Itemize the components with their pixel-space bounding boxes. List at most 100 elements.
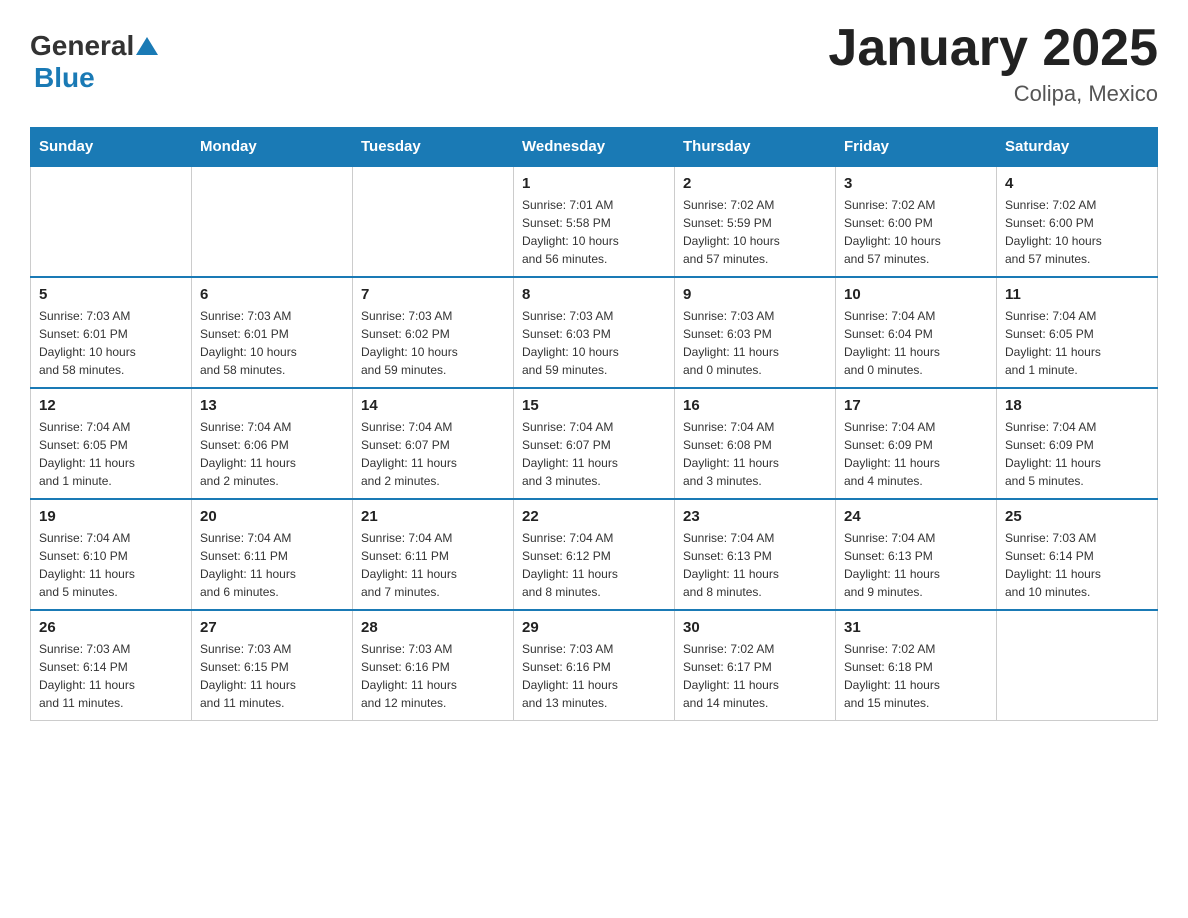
calendar-header-row: SundayMondayTuesdayWednesdayThursdayFrid… bbox=[31, 128, 1158, 167]
day-info: Sunrise: 7:02 AM Sunset: 6:17 PM Dayligh… bbox=[683, 640, 827, 712]
day-info: Sunrise: 7:04 AM Sunset: 6:06 PM Dayligh… bbox=[200, 418, 344, 490]
day-number: 26 bbox=[39, 619, 183, 636]
day-number: 20 bbox=[200, 508, 344, 525]
day-number: 24 bbox=[844, 508, 988, 525]
day-info: Sunrise: 7:04 AM Sunset: 6:07 PM Dayligh… bbox=[361, 418, 505, 490]
calendar-cell: 15 Sunrise: 7:04 AM Sunset: 6:07 PM Dayli… bbox=[514, 388, 675, 499]
day-number: 12 bbox=[39, 397, 183, 414]
day-info: Sunrise: 7:03 AM Sunset: 6:03 PM Dayligh… bbox=[683, 307, 827, 379]
day-number: 15 bbox=[522, 397, 666, 414]
day-number: 28 bbox=[361, 619, 505, 636]
day-info: Sunrise: 7:02 AM Sunset: 6:00 PM Dayligh… bbox=[1005, 196, 1149, 268]
week-row-4: 19 Sunrise: 7:04 AM Sunset: 6:10 PM Dayli… bbox=[31, 499, 1158, 610]
weekday-header-saturday: Saturday bbox=[997, 128, 1158, 167]
calendar-cell: 10 Sunrise: 7:04 AM Sunset: 6:04 PM Dayli… bbox=[836, 277, 997, 388]
day-number: 14 bbox=[361, 397, 505, 414]
calendar-cell: 4 Sunrise: 7:02 AM Sunset: 6:00 PM Daylig… bbox=[997, 166, 1158, 277]
day-info: Sunrise: 7:04 AM Sunset: 6:12 PM Dayligh… bbox=[522, 529, 666, 601]
calendar-cell: 28 Sunrise: 7:03 AM Sunset: 6:16 PM Dayli… bbox=[353, 610, 514, 721]
calendar-cell: 13 Sunrise: 7:04 AM Sunset: 6:06 PM Dayli… bbox=[192, 388, 353, 499]
day-info: Sunrise: 7:03 AM Sunset: 6:02 PM Dayligh… bbox=[361, 307, 505, 379]
calendar-cell: 18 Sunrise: 7:04 AM Sunset: 6:09 PM Dayli… bbox=[997, 388, 1158, 499]
calendar-cell: 17 Sunrise: 7:04 AM Sunset: 6:09 PM Dayli… bbox=[836, 388, 997, 499]
day-info: Sunrise: 7:04 AM Sunset: 6:09 PM Dayligh… bbox=[844, 418, 988, 490]
day-number: 5 bbox=[39, 286, 183, 303]
day-info: Sunrise: 7:04 AM Sunset: 6:04 PM Dayligh… bbox=[844, 307, 988, 379]
subtitle: Colipa, Mexico bbox=[828, 81, 1158, 107]
day-number: 17 bbox=[844, 397, 988, 414]
calendar-cell: 9Sunrise: 7:03 AM Sunset: 6:03 PM Daylig… bbox=[675, 277, 836, 388]
day-info: Sunrise: 7:02 AM Sunset: 5:59 PM Dayligh… bbox=[683, 196, 827, 268]
logo-triangle-icon bbox=[136, 35, 158, 55]
calendar-cell: 5Sunrise: 7:03 AM Sunset: 6:01 PM Daylig… bbox=[31, 277, 192, 388]
calendar-cell: 11 Sunrise: 7:04 AM Sunset: 6:05 PM Dayli… bbox=[997, 277, 1158, 388]
day-info: Sunrise: 7:03 AM Sunset: 6:14 PM Dayligh… bbox=[1005, 529, 1149, 601]
calendar-cell: 12 Sunrise: 7:04 AM Sunset: 6:05 PM Dayli… bbox=[31, 388, 192, 499]
title-section: January 2025 Colipa, Mexico bbox=[828, 20, 1158, 107]
weekday-header-sunday: Sunday bbox=[31, 128, 192, 167]
day-number: 1 bbox=[522, 175, 666, 192]
calendar-table: SundayMondayTuesdayWednesdayThursdayFrid… bbox=[30, 127, 1158, 721]
day-info: Sunrise: 7:02 AM Sunset: 6:18 PM Dayligh… bbox=[844, 640, 988, 712]
calendar-cell: 24 Sunrise: 7:04 AM Sunset: 6:13 PM Dayli… bbox=[836, 499, 997, 610]
day-info: Sunrise: 7:03 AM Sunset: 6:15 PM Dayligh… bbox=[200, 640, 344, 712]
day-info: Sunrise: 7:04 AM Sunset: 6:09 PM Dayligh… bbox=[1005, 418, 1149, 490]
calendar-cell: 29 Sunrise: 7:03 AM Sunset: 6:16 PM Dayli… bbox=[514, 610, 675, 721]
calendar-cell: 7 Sunrise: 7:03 AM Sunset: 6:02 PM Daylig… bbox=[353, 277, 514, 388]
weekday-header-wednesday: Wednesday bbox=[514, 128, 675, 167]
day-info: Sunrise: 7:01 AM Sunset: 5:58 PM Dayligh… bbox=[522, 196, 666, 268]
logo: General Blue bbox=[30, 30, 158, 94]
day-info: Sunrise: 7:04 AM Sunset: 6:11 PM Dayligh… bbox=[361, 529, 505, 601]
calendar-cell: 14 Sunrise: 7:04 AM Sunset: 6:07 PM Dayli… bbox=[353, 388, 514, 499]
day-number: 31 bbox=[844, 619, 988, 636]
weekday-header-friday: Friday bbox=[836, 128, 997, 167]
calendar-cell: 25 Sunrise: 7:03 AM Sunset: 6:14 PM Dayli… bbox=[997, 499, 1158, 610]
calendar-cell: 16 Sunrise: 7:04 AM Sunset: 6:08 PM Dayli… bbox=[675, 388, 836, 499]
day-number: 7 bbox=[361, 286, 505, 303]
day-number: 6 bbox=[200, 286, 344, 303]
day-info: Sunrise: 7:03 AM Sunset: 6:16 PM Dayligh… bbox=[522, 640, 666, 712]
day-number: 27 bbox=[200, 619, 344, 636]
day-number: 11 bbox=[1005, 286, 1149, 303]
day-number: 25 bbox=[1005, 508, 1149, 525]
calendar-cell: 23 Sunrise: 7:04 AM Sunset: 6:13 PM Dayli… bbox=[675, 499, 836, 610]
calendar-cell: 8 Sunrise: 7:03 AM Sunset: 6:03 PM Daylig… bbox=[514, 277, 675, 388]
day-number: 23 bbox=[683, 508, 827, 525]
day-number: 2 bbox=[683, 175, 827, 192]
logo-blue-text: Blue bbox=[34, 62, 95, 94]
day-info: Sunrise: 7:04 AM Sunset: 6:05 PM Dayligh… bbox=[1005, 307, 1149, 379]
day-number: 16 bbox=[683, 397, 827, 414]
calendar-cell bbox=[997, 610, 1158, 721]
day-info: Sunrise: 7:04 AM Sunset: 6:07 PM Dayligh… bbox=[522, 418, 666, 490]
day-number: 3 bbox=[844, 175, 988, 192]
day-info: Sunrise: 7:02 AM Sunset: 6:00 PM Dayligh… bbox=[844, 196, 988, 268]
page-header: General Blue January 2025 Colipa, Mexico bbox=[30, 20, 1158, 107]
day-info: Sunrise: 7:03 AM Sunset: 6:16 PM Dayligh… bbox=[361, 640, 505, 712]
day-number: 8 bbox=[522, 286, 666, 303]
day-number: 29 bbox=[522, 619, 666, 636]
day-info: Sunrise: 7:04 AM Sunset: 6:10 PM Dayligh… bbox=[39, 529, 183, 601]
day-info: Sunrise: 7:04 AM Sunset: 6:11 PM Dayligh… bbox=[200, 529, 344, 601]
day-number: 21 bbox=[361, 508, 505, 525]
day-number: 10 bbox=[844, 286, 988, 303]
calendar-cell: 2 Sunrise: 7:02 AM Sunset: 5:59 PM Daylig… bbox=[675, 166, 836, 277]
day-info: Sunrise: 7:03 AM Sunset: 6:03 PM Dayligh… bbox=[522, 307, 666, 379]
calendar-cell: 20 Sunrise: 7:04 AM Sunset: 6:11 PM Dayli… bbox=[192, 499, 353, 610]
day-info: Sunrise: 7:03 AM Sunset: 6:14 PM Dayligh… bbox=[39, 640, 183, 712]
day-info: Sunrise: 7:04 AM Sunset: 6:13 PM Dayligh… bbox=[683, 529, 827, 601]
day-number: 18 bbox=[1005, 397, 1149, 414]
day-number: 4 bbox=[1005, 175, 1149, 192]
day-info: Sunrise: 7:04 AM Sunset: 6:05 PM Dayligh… bbox=[39, 418, 183, 490]
calendar-cell bbox=[353, 166, 514, 277]
day-number: 13 bbox=[200, 397, 344, 414]
calendar-cell: 1 Sunrise: 7:01 AM Sunset: 5:58 PM Daylig… bbox=[514, 166, 675, 277]
weekday-header-tuesday: Tuesday bbox=[353, 128, 514, 167]
day-number: 19 bbox=[39, 508, 183, 525]
weekday-header-thursday: Thursday bbox=[675, 128, 836, 167]
week-row-3: 12 Sunrise: 7:04 AM Sunset: 6:05 PM Dayli… bbox=[31, 388, 1158, 499]
day-info: Sunrise: 7:04 AM Sunset: 6:08 PM Dayligh… bbox=[683, 418, 827, 490]
logo-general-text: General bbox=[30, 30, 134, 62]
calendar-cell: 27 Sunrise: 7:03 AM Sunset: 6:15 PM Dayli… bbox=[192, 610, 353, 721]
day-info: Sunrise: 7:04 AM Sunset: 6:13 PM Dayligh… bbox=[844, 529, 988, 601]
week-row-5: 26 Sunrise: 7:03 AM Sunset: 6:14 PM Dayli… bbox=[31, 610, 1158, 721]
